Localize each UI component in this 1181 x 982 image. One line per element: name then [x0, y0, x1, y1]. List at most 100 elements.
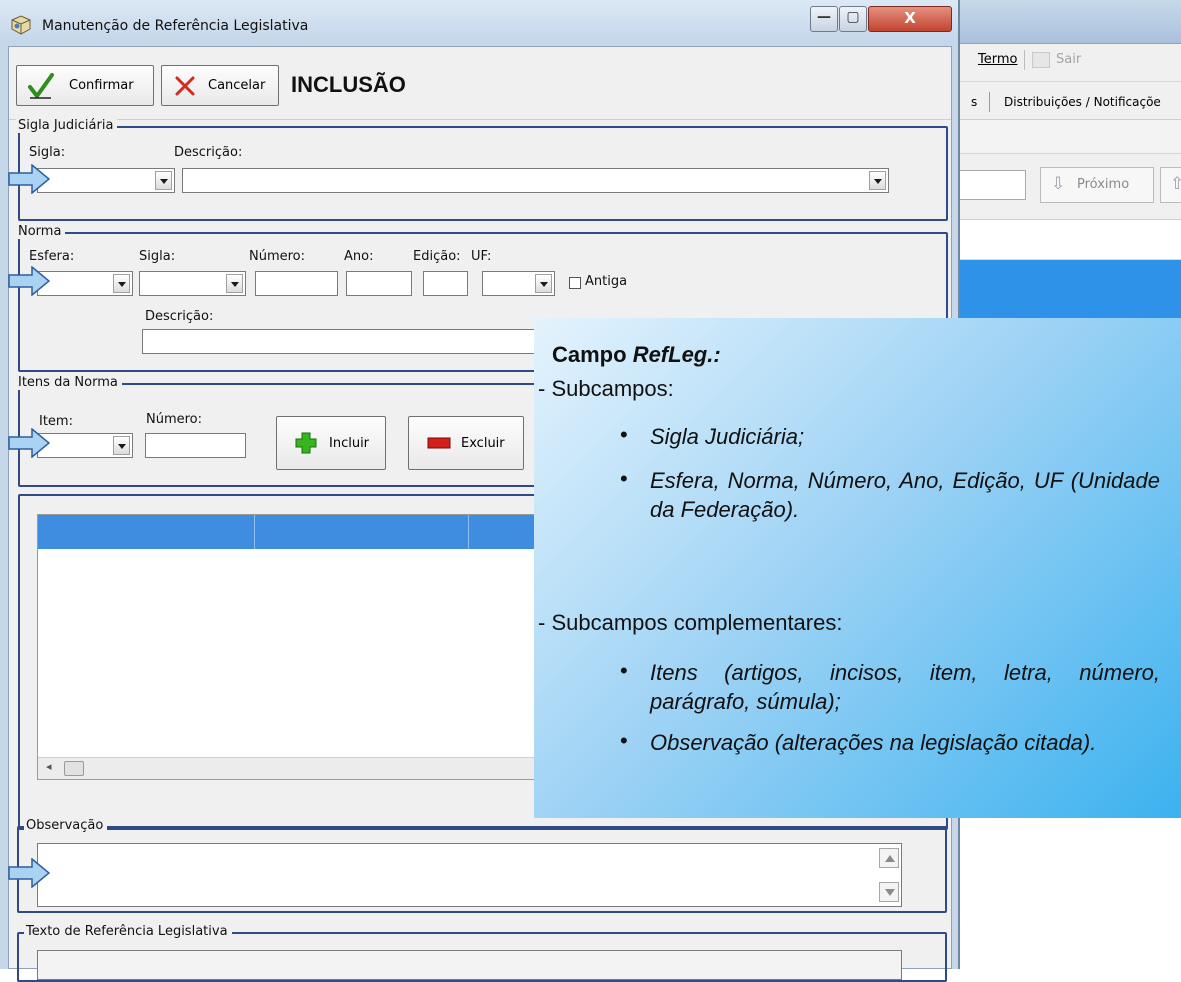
arrow-down-icon: ⇩	[1051, 174, 1066, 194]
background-app-tabs: s Distribuições / Notificaçõe	[958, 82, 1181, 120]
group-texto-referencia-title: Texto de Referência Legislativa	[24, 924, 232, 939]
descricao-judiciaria-combo[interactable]	[182, 168, 889, 193]
menu-termo-label: Termo	[978, 52, 1018, 67]
toolbar-divider	[9, 119, 951, 120]
next-button[interactable]: ⇩ Próximo	[1040, 167, 1154, 203]
annotation-arrow-icon	[8, 164, 50, 194]
background-app-menubar: Termo Sair	[958, 44, 1181, 82]
group-norma-title: Norma	[16, 224, 66, 239]
observacao-textarea[interactable]	[37, 843, 902, 907]
cancel-button-label: Cancelar	[208, 78, 266, 93]
ano-label: Ano:	[344, 249, 374, 264]
exit-icon	[1032, 52, 1050, 68]
grid-column-separator[interactable]	[254, 515, 255, 549]
window-title: Manutenção de Referência Legislativa	[42, 18, 309, 34]
item-numero-input[interactable]	[145, 433, 246, 458]
menu-separator	[1024, 50, 1025, 70]
scroll-thumb[interactable]	[64, 761, 84, 776]
callout-subcampo-item: Sigla Judiciária;	[650, 424, 805, 449]
edicao-label: Edição:	[413, 249, 461, 264]
uf-label: UF:	[471, 249, 492, 264]
item-combo[interactable]	[37, 433, 133, 458]
group-itens-norma-title: Itens da Norma	[16, 375, 122, 390]
cancel-button[interactable]: Cancelar	[161, 65, 279, 106]
grid-header	[38, 515, 616, 549]
excluir-button-label: Excluir	[461, 436, 505, 451]
app-icon	[11, 15, 31, 35]
bullet-icon: •	[620, 466, 628, 491]
incluir-button[interactable]: Incluir	[276, 416, 386, 470]
background-app-blank-row	[958, 220, 1181, 260]
norma-numero-label: Número:	[249, 249, 306, 264]
horizontal-scrollbar[interactable]: ◂	[38, 757, 616, 779]
maximize-icon: ▢	[846, 9, 860, 25]
minimize-icon: —	[817, 9, 831, 25]
chevron-down-icon[interactable]	[155, 171, 172, 190]
background-app-navigation: ⇩ Próximo ⇧	[958, 154, 1181, 220]
uf-combo[interactable]	[482, 271, 555, 296]
callout-subcampos-heading: - Subcampos:	[538, 376, 674, 401]
confirm-button-label: Confirmar	[69, 78, 134, 93]
chevron-down-icon[interactable]	[535, 274, 552, 293]
minus-icon	[427, 437, 451, 449]
checkmark-icon	[28, 73, 54, 99]
itens-grid[interactable]: ◂	[37, 514, 617, 780]
chevron-down-icon[interactable]	[113, 274, 130, 293]
callout-subcampo-item: Esfera, Norma, Número, Ano, Edição, UF (…	[650, 468, 1160, 522]
esfera-label: Esfera:	[29, 249, 75, 264]
arrow-down-icon	[885, 889, 895, 896]
scroll-up-button[interactable]	[879, 848, 899, 868]
close-icon: X	[904, 9, 916, 27]
grid-column-separator[interactable]	[468, 515, 469, 549]
next-button-label: Próximo	[1077, 177, 1130, 192]
menu-termo[interactable]: Termo	[978, 52, 1017, 67]
annotation-arrow-icon	[8, 266, 50, 296]
chevron-down-icon[interactable]	[226, 274, 243, 293]
annotation-callout: Campo RefLeg.: - Subcampos: • Sigla Judi…	[534, 318, 1181, 818]
bullet-icon: •	[620, 728, 628, 753]
callout-title-em: RefLeg.:	[632, 342, 721, 367]
close-button[interactable]: X	[868, 6, 952, 32]
tab-distribuicoes[interactable]: Distribuições / Notificaçõe	[1004, 95, 1161, 109]
sigla-judiciaria-combo[interactable]	[37, 168, 175, 193]
chevron-down-icon[interactable]	[113, 436, 130, 455]
chevron-down-icon[interactable]	[869, 171, 886, 190]
incluir-button-label: Incluir	[329, 436, 370, 451]
norma-descricao-label: Descrição:	[145, 309, 214, 324]
norma-sigla-combo[interactable]	[139, 271, 246, 296]
minimize-button[interactable]: —	[810, 6, 838, 32]
texto-referencia-textarea[interactable]	[37, 950, 902, 980]
callout-complementares-heading: - Subcampos complementares:	[538, 610, 843, 635]
arrow-up-icon	[885, 855, 895, 862]
scroll-left-icon[interactable]: ◂	[46, 760, 52, 773]
esfera-combo[interactable]	[37, 271, 133, 296]
item-label: Item:	[39, 414, 73, 429]
group-sigla-judiciaria-title: Sigla Judiciária	[16, 118, 118, 133]
norma-descricao-input[interactable]	[142, 329, 562, 354]
edicao-input[interactable]	[423, 271, 468, 296]
group-observacao-title: Observação	[24, 818, 108, 833]
arrow-up-button[interactable]: ⇧	[1160, 167, 1181, 203]
bullet-icon: •	[620, 658, 628, 683]
tab-separator	[989, 92, 990, 112]
mode-label: INCLUSÃO	[291, 72, 406, 97]
confirm-button[interactable]: Confirmar	[16, 65, 154, 106]
norma-numero-input[interactable]	[255, 271, 338, 296]
background-app-blue-panel	[958, 260, 1181, 319]
record-field[interactable]	[958, 170, 1026, 200]
tab-partial[interactable]: s	[971, 95, 977, 109]
norma-sigla-label: Sigla:	[139, 249, 176, 264]
ano-input[interactable]	[346, 271, 412, 296]
excluir-button[interactable]: Excluir	[408, 416, 524, 470]
antiga-checkbox[interactable]	[569, 277, 581, 289]
background-app-strip	[958, 120, 1181, 154]
annotation-arrow-icon	[8, 858, 50, 888]
dialog-titlebar[interactable]: Manutenção de Referência Legislativa — ▢…	[0, 0, 958, 44]
item-numero-label: Número:	[146, 412, 203, 427]
descricao-label: Descrição:	[174, 145, 243, 160]
callout-complementar-item: Observação (alterações na legislação cit…	[650, 730, 1097, 755]
menu-sair[interactable]: Sair	[1056, 52, 1081, 67]
scroll-down-button[interactable]	[879, 882, 899, 902]
maximize-button[interactable]: ▢	[839, 6, 867, 32]
plus-icon	[295, 432, 317, 454]
